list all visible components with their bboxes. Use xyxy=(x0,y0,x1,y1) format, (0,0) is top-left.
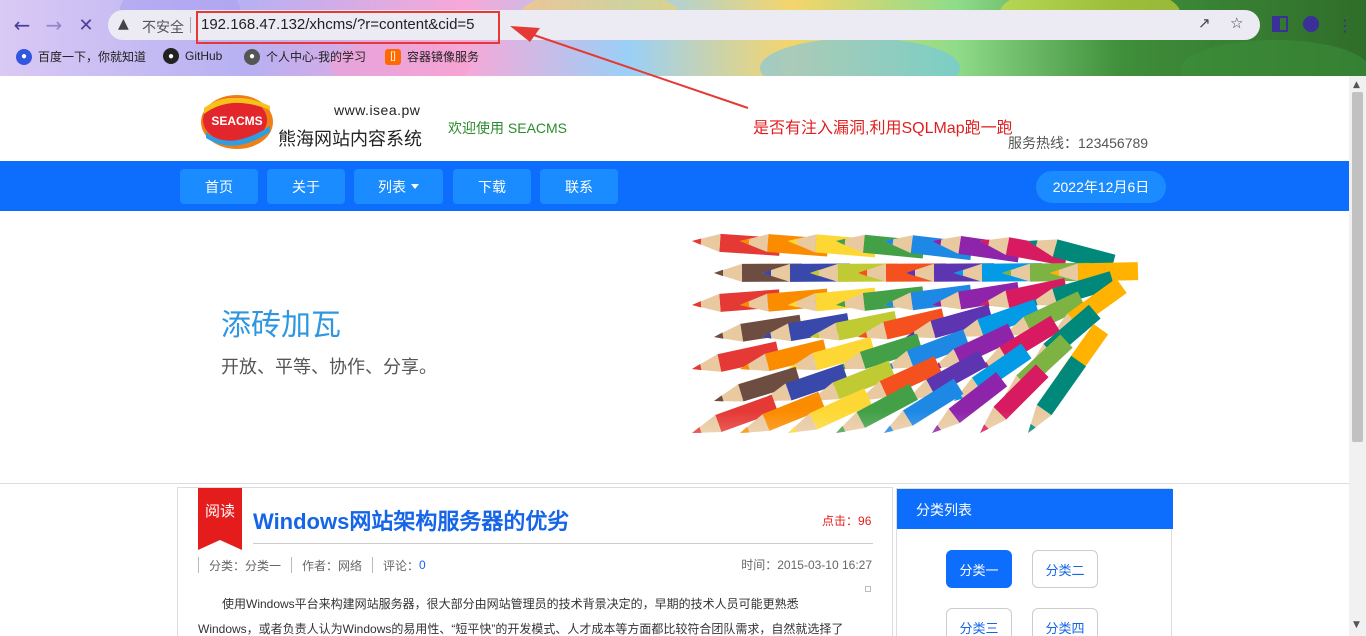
pencil-wood-tip xyxy=(714,323,744,342)
pencil-lead xyxy=(714,332,724,339)
back-arrow-icon[interactable]: ← xyxy=(8,11,36,39)
bookmark-container-registry[interactable]: [] 容器镜像服务 xyxy=(385,48,479,65)
pencil-wood-tip xyxy=(692,233,721,252)
github-icon: ● xyxy=(163,48,179,64)
seacms-logo[interactable]: SEACMS xyxy=(200,92,274,150)
share-icon[interactable]: ↗ xyxy=(1198,14,1211,32)
meta-category[interactable]: 分类：分类一 xyxy=(209,557,281,574)
warning-triangle-icon: ▲ xyxy=(118,16,129,32)
hotline-text: 服务热线：123456789 xyxy=(1008,135,1149,151)
title-divider xyxy=(253,543,873,544)
annotation-text: 是否有注入漏洞,利用SQLMap跑一跑 xyxy=(753,120,1013,137)
category-item-4[interactable]: 分类四 xyxy=(1032,608,1098,636)
bookmark-baidu[interactable]: ● 百度一下，你就知道 xyxy=(16,48,146,65)
article-body: 使用Windows平台来构建网站服务器，很大部分由网站管理员的技术背景决定的，早… xyxy=(198,592,874,636)
category-item-2[interactable]: 分类二 xyxy=(1032,550,1098,588)
read-badge: 阅读 xyxy=(198,488,242,540)
article-paragraph-line: 使用Windows平台来构建网站服务器，很大部分由网站管理员的技术背景决定的，早… xyxy=(222,597,799,611)
hero-subtitle: 开放、平等、协作、分享。 xyxy=(221,357,437,377)
read-badge-label: 阅读 xyxy=(204,503,235,520)
pencil-lead xyxy=(714,269,724,277)
nav-about[interactable]: 关于 xyxy=(267,169,345,204)
hit-count: 点击：96 xyxy=(822,512,871,529)
nav-label: 关于 xyxy=(292,178,320,195)
side-panel-icon[interactable] xyxy=(1272,16,1288,32)
hits-value: 96 xyxy=(858,514,872,528)
article-paragraph-line: Windows，或者负责人认为Windows的易用性、“短平快”的开发模式、人才… xyxy=(198,622,844,636)
hits-label: 点击： xyxy=(822,514,859,528)
bookmark-star-icon[interactable]: ☆ xyxy=(1230,14,1243,32)
forward-arrow-icon[interactable]: → xyxy=(40,11,68,39)
bookmarks-bar: ● 百度一下，你就知道 ● GitHub ● 个人中心-我的学习 [] 容器镜像… xyxy=(0,46,1366,68)
category-item-3[interactable]: 分类三 xyxy=(946,608,1012,636)
site-name: 熊海网站内容系统 xyxy=(278,129,422,149)
nav-contact[interactable]: 联系 xyxy=(540,169,618,204)
article-card: 阅读 Windows网站架构服务器的优劣 点击：96 分类：分类一 作者：网络 … xyxy=(177,487,893,636)
site-header: SEACMS www.isea.pw 熊海网站内容系统 欢迎使用 SEACMS … xyxy=(0,76,1349,161)
stop-loading-icon[interactable]: ✕ xyxy=(72,11,100,39)
nav-label: 首页 xyxy=(205,178,233,195)
meta-divider xyxy=(291,557,293,573)
bookmark-label: 个人中心-我的学习 xyxy=(266,50,366,64)
profile-avatar-icon[interactable] xyxy=(1303,16,1319,32)
scroll-down-arrow-icon[interactable]: ▼ xyxy=(1353,620,1360,630)
aliyun-bracket-icon: [] xyxy=(385,48,401,65)
bookmark-label: 容器镜像服务 xyxy=(407,50,480,64)
web-page: SEACMS www.isea.pw 熊海网站内容系统 欢迎使用 SEACMS … xyxy=(0,76,1349,636)
scroll-thumb[interactable] xyxy=(1352,92,1363,442)
menu-kebab-icon[interactable]: ⋮ xyxy=(1331,11,1359,39)
nav-home[interactable]: 首页 xyxy=(180,169,258,204)
meta-comments-label: 评论： xyxy=(383,558,420,573)
hero-banner: 添砖加瓦 开放、平等、协作、分享。 xyxy=(0,211,1349,484)
site-url-text: www.isea.pw xyxy=(334,102,421,118)
bookmark-label: 百度一下，你就知道 xyxy=(38,50,147,64)
nav-label: 下载 xyxy=(478,178,506,195)
hero-title: 添砖加瓦 xyxy=(221,309,341,342)
bookmark-github[interactable]: ● GitHub xyxy=(163,48,222,64)
pencil-lead xyxy=(692,364,702,371)
pencil-lead xyxy=(692,238,702,245)
category-item-1[interactable]: 分类一 xyxy=(946,550,1012,588)
scroll-up-arrow-icon[interactable]: ▲ xyxy=(1353,80,1360,90)
nav-list-dropdown[interactable]: 列表 xyxy=(354,169,443,204)
colored-pencils-image xyxy=(672,233,1172,483)
baidu-paw-icon: ● xyxy=(16,48,32,65)
nav-download[interactable]: 下载 xyxy=(453,169,531,204)
nav-label: 列表 xyxy=(378,178,406,195)
meta-author: 作者：网络 xyxy=(302,558,363,573)
security-label[interactable]: 不安全 xyxy=(142,17,184,37)
main-navbar: 首页 关于 列表 下载 联系 2022年12月6日 xyxy=(0,161,1349,211)
bookmark-personal-center[interactable]: ● 个人中心-我的学习 xyxy=(244,48,366,65)
meta-divider xyxy=(198,557,199,573)
welcome-text: 欢迎使用 SEACMS xyxy=(448,120,568,136)
bookmark-label: GitHub xyxy=(185,49,223,63)
caret-down-icon xyxy=(411,184,419,189)
url-highlight-box xyxy=(196,11,500,44)
omnibox-divider xyxy=(190,17,191,33)
read-badge-ribbon xyxy=(198,540,242,550)
sidebar-title: 分类列表 xyxy=(897,489,1173,529)
meta-comments-count[interactable]: 0 xyxy=(419,558,426,572)
meta-divider xyxy=(372,557,374,573)
meta-time: 时间：2015-03-10 16:27 xyxy=(741,558,872,572)
date-badge: 2022年12月6日 xyxy=(1036,171,1166,203)
globe-icon: ● xyxy=(244,48,260,65)
page-scrollbar[interactable]: ▲ ▼ xyxy=(1349,76,1366,636)
nav-label: 联系 xyxy=(565,178,593,195)
pencil-wood-tip xyxy=(692,293,721,312)
article-meta: 分类：分类一 作者：网络 评论： 0 xyxy=(198,556,426,574)
svg-text:SEACMS: SEACMS xyxy=(211,114,262,128)
article-title[interactable]: Windows网站架构服务器的优劣 xyxy=(253,504,569,536)
category-sidebar: 分类列表 分类一 分类二 分类三 分类四 xyxy=(896,488,1173,636)
pencil-lead xyxy=(692,301,702,308)
